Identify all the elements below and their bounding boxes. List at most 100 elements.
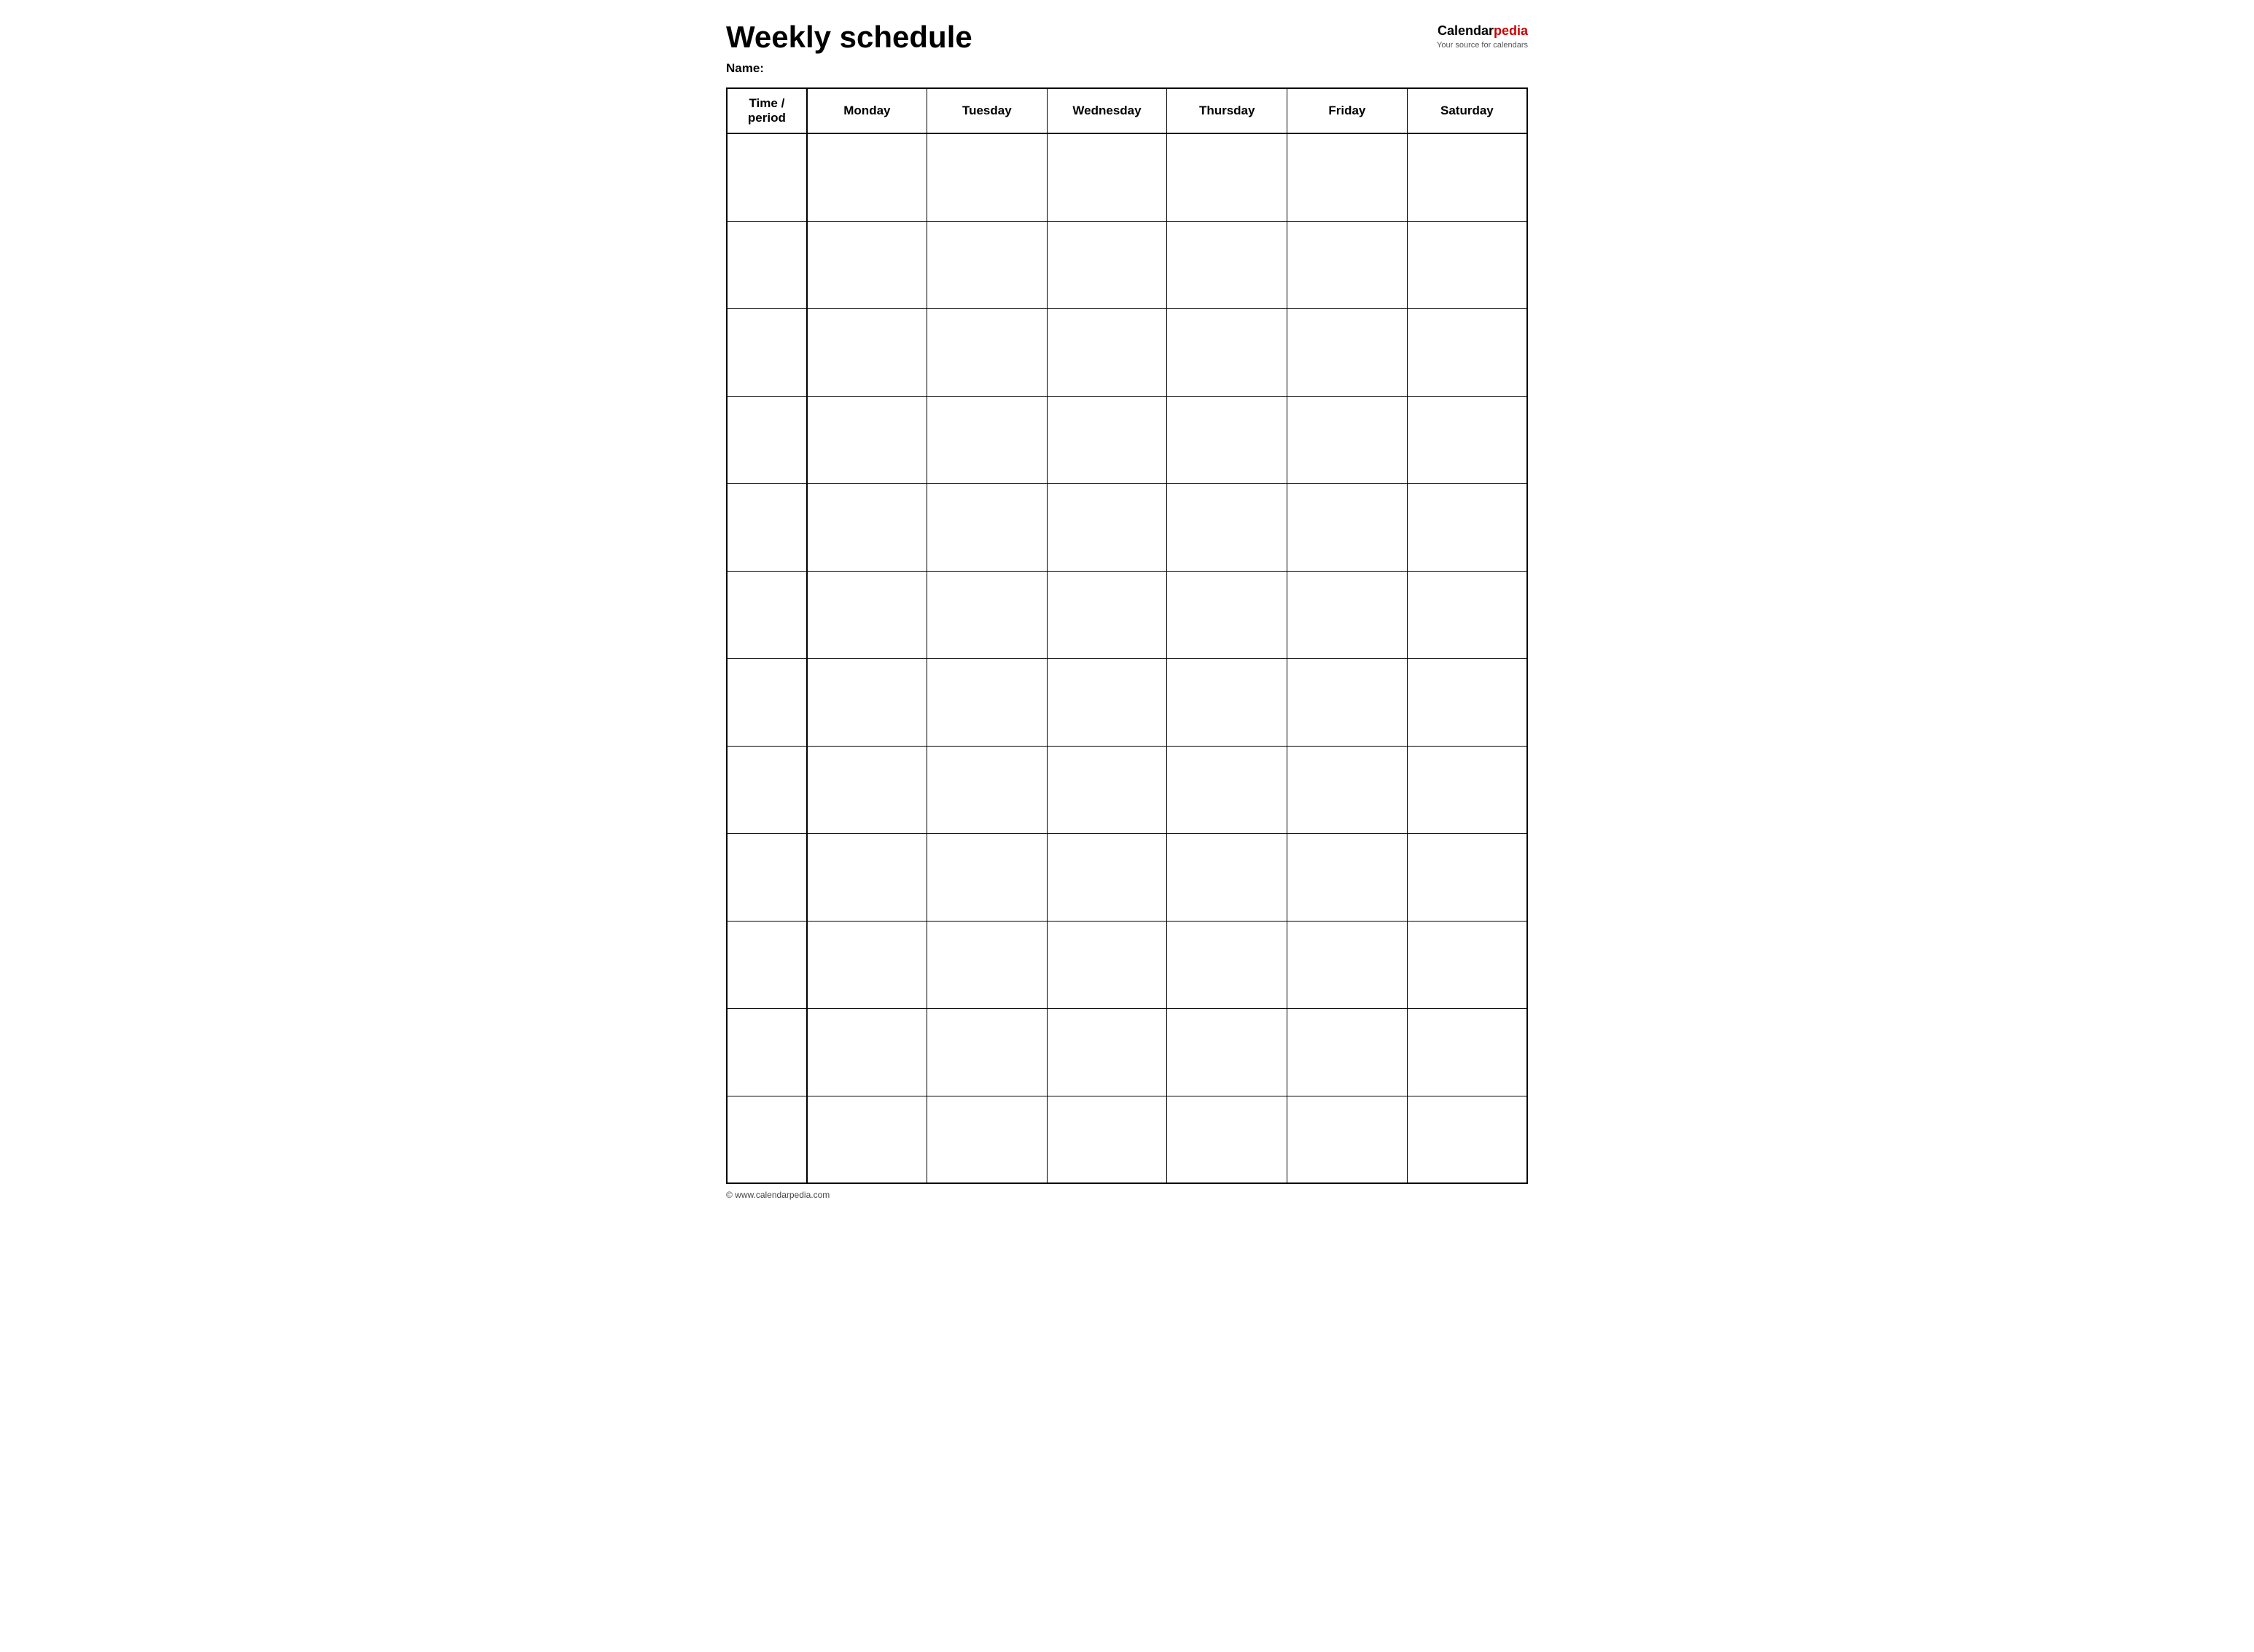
schedule-cell[interactable] <box>1407 1096 1527 1183</box>
schedule-cell[interactable] <box>807 921 927 1008</box>
schedule-cell[interactable] <box>1287 133 1408 221</box>
table-row <box>727 571 1527 658</box>
schedule-cell[interactable] <box>1407 658 1527 746</box>
time-cell[interactable] <box>727 746 807 833</box>
schedule-cell[interactable] <box>1047 308 1167 396</box>
col-header-time: Time / period <box>727 88 807 133</box>
schedule-cell[interactable] <box>927 921 1047 1008</box>
schedule-cell[interactable] <box>807 1008 927 1096</box>
schedule-cell[interactable] <box>927 658 1047 746</box>
table-row <box>727 833 1527 921</box>
schedule-cell[interactable] <box>1047 396 1167 483</box>
schedule-cell[interactable] <box>1287 483 1408 571</box>
schedule-cell[interactable] <box>1167 308 1287 396</box>
schedule-cell[interactable] <box>1407 921 1527 1008</box>
schedule-cell[interactable] <box>1047 833 1167 921</box>
time-cell[interactable] <box>727 483 807 571</box>
schedule-cell[interactable] <box>927 746 1047 833</box>
schedule-cell[interactable] <box>1407 133 1527 221</box>
table-row <box>727 921 1527 1008</box>
logo-text: Calendarpedia <box>1437 23 1528 39</box>
schedule-cell[interactable] <box>927 1096 1047 1183</box>
schedule-cell[interactable] <box>1407 483 1527 571</box>
schedule-cell[interactable] <box>1407 308 1527 396</box>
schedule-cell[interactable] <box>1167 483 1287 571</box>
schedule-cell[interactable] <box>927 1008 1047 1096</box>
schedule-cell[interactable] <box>1167 1096 1287 1183</box>
schedule-cell[interactable] <box>1047 133 1167 221</box>
schedule-cell[interactable] <box>1407 571 1527 658</box>
schedule-cell[interactable] <box>1287 658 1408 746</box>
time-cell[interactable] <box>727 1008 807 1096</box>
time-cell[interactable] <box>727 221 807 308</box>
schedule-cell[interactable] <box>1047 746 1167 833</box>
time-cell[interactable] <box>727 1096 807 1183</box>
col-header-monday: Monday <box>807 88 927 133</box>
schedule-cell[interactable] <box>1047 571 1167 658</box>
schedule-cell[interactable] <box>807 483 927 571</box>
time-cell[interactable] <box>727 396 807 483</box>
schedule-cell[interactable] <box>807 221 927 308</box>
schedule-cell[interactable] <box>927 571 1047 658</box>
header: Weekly schedule Calendarpedia Your sourc… <box>726 20 1528 54</box>
table-row <box>727 1008 1527 1096</box>
time-cell[interactable] <box>727 658 807 746</box>
schedule-cell[interactable] <box>1047 1008 1167 1096</box>
schedule-cell[interactable] <box>1287 921 1408 1008</box>
schedule-cell[interactable] <box>1167 1008 1287 1096</box>
time-cell[interactable] <box>727 833 807 921</box>
schedule-cell[interactable] <box>1407 833 1527 921</box>
schedule-cell[interactable] <box>807 133 927 221</box>
schedule-cell[interactable] <box>1287 833 1408 921</box>
schedule-cell[interactable] <box>807 308 927 396</box>
schedule-cell[interactable] <box>807 571 927 658</box>
schedule-cell[interactable] <box>807 658 927 746</box>
schedule-cell[interactable] <box>807 396 927 483</box>
schedule-cell[interactable] <box>1407 1008 1527 1096</box>
schedule-cell[interactable] <box>807 1096 927 1183</box>
schedule-cell[interactable] <box>1407 221 1527 308</box>
schedule-cell[interactable] <box>1167 746 1287 833</box>
time-cell[interactable] <box>727 921 807 1008</box>
schedule-cell[interactable] <box>927 483 1047 571</box>
schedule-cell[interactable] <box>1287 308 1408 396</box>
schedule-cell[interactable] <box>1167 658 1287 746</box>
schedule-cell[interactable] <box>1407 746 1527 833</box>
schedule-cell[interactable] <box>807 746 927 833</box>
schedule-cell[interactable] <box>1167 571 1287 658</box>
logo-area: Calendarpedia Your source for calendars <box>1437 20 1528 50</box>
time-cell[interactable] <box>727 571 807 658</box>
schedule-cell[interactable] <box>1167 133 1287 221</box>
schedule-cell[interactable] <box>1287 396 1408 483</box>
schedule-cell[interactable] <box>807 833 927 921</box>
schedule-cell[interactable] <box>1407 396 1527 483</box>
schedule-cell[interactable] <box>1287 746 1408 833</box>
schedule-cell[interactable] <box>1167 833 1287 921</box>
schedule-cell[interactable] <box>927 308 1047 396</box>
schedule-cell[interactable] <box>927 221 1047 308</box>
schedule-cell[interactable] <box>1167 921 1287 1008</box>
schedule-cell[interactable] <box>1047 1096 1167 1183</box>
schedule-cell[interactable] <box>927 833 1047 921</box>
schedule-cell[interactable] <box>1287 1008 1408 1096</box>
table-row <box>727 746 1527 833</box>
schedule-cell[interactable] <box>1047 483 1167 571</box>
schedule-cell[interactable] <box>1167 396 1287 483</box>
col-header-wednesday: Wednesday <box>1047 88 1167 133</box>
schedule-cell[interactable] <box>1167 221 1287 308</box>
schedule-cell[interactable] <box>927 133 1047 221</box>
schedule-cell[interactable] <box>1047 221 1167 308</box>
logo-subtitle: Your source for calendars <box>1437 41 1528 50</box>
schedule-cell[interactable] <box>1047 658 1167 746</box>
schedule-cell[interactable] <box>1047 921 1167 1008</box>
table-header-row: Time / period Monday Tuesday Wednesday T… <box>727 88 1527 133</box>
time-cell[interactable] <box>727 308 807 396</box>
schedule-cell[interactable] <box>1287 1096 1408 1183</box>
col-header-tuesday: Tuesday <box>927 88 1047 133</box>
schedule-cell[interactable] <box>1287 571 1408 658</box>
schedule-cell[interactable] <box>927 396 1047 483</box>
col-header-friday: Friday <box>1287 88 1408 133</box>
col-header-thursday: Thursday <box>1167 88 1287 133</box>
time-cell[interactable] <box>727 133 807 221</box>
schedule-cell[interactable] <box>1287 221 1408 308</box>
